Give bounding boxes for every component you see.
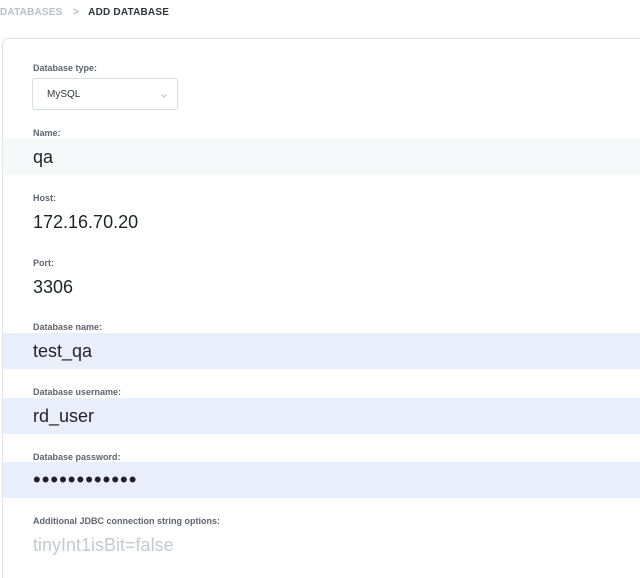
database-type-select[interactable]: MySQL <box>32 78 178 110</box>
host-input[interactable]: 172.16.70.20 <box>3 204 640 240</box>
database-password-label: Database password: <box>33 452 121 462</box>
breadcrumb-separator-icon: > <box>72 6 80 18</box>
database-password-input[interactable]: •••••••••••• <box>3 462 640 498</box>
host-label: Host: <box>33 193 56 203</box>
breadcrumb-databases-link[interactable]: DATABASES <box>0 7 63 18</box>
jdbc-options-label: Additional JDBC connection string option… <box>33 516 220 526</box>
jdbc-options-input[interactable]: tinyInt1isBit=false <box>3 527 640 563</box>
breadcrumb: DATABASES > ADD DATABASE <box>0 0 169 24</box>
database-name-input[interactable]: test_qa <box>3 333 640 369</box>
database-type-label: Database type: <box>33 63 98 73</box>
name-input[interactable]: qa <box>3 139 640 175</box>
database-username-label: Database username: <box>33 387 122 397</box>
database-name-label: Database name: <box>33 322 103 332</box>
database-username-input[interactable]: rd_user <box>3 398 640 434</box>
chevron-down-icon <box>161 94 167 98</box>
name-label: Name: <box>33 128 61 138</box>
add-database-form: Database type: MySQL Name: qa Host: 172.… <box>2 38 640 578</box>
database-type-value: MySQL <box>47 88 81 100</box>
port-input[interactable]: 3306 <box>3 269 640 305</box>
breadcrumb-current: ADD DATABASE <box>88 6 170 18</box>
port-label: Port: <box>33 258 54 268</box>
